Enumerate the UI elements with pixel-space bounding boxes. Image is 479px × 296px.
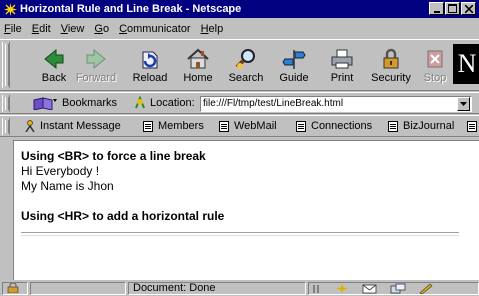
toolbar-grip[interactable] bbox=[2, 42, 10, 88]
guide-label: Guide bbox=[279, 72, 309, 84]
document-icon bbox=[388, 120, 398, 132]
location-url-text: file:///Fl/tmp/test/LineBreak.html bbox=[203, 98, 344, 109]
status-message-cell: Document: Done bbox=[128, 282, 306, 295]
document-icon bbox=[467, 120, 477, 132]
security-status-icon bbox=[7, 283, 19, 294]
status-text: Document: Done bbox=[133, 282, 216, 294]
more-bookmarks-link[interactable] bbox=[466, 120, 479, 132]
reload-label: Reload bbox=[132, 72, 168, 84]
forward-label: Forward bbox=[75, 72, 117, 84]
members-label: Members bbox=[158, 120, 204, 132]
search-button[interactable]: Search bbox=[221, 46, 271, 88]
bookmarks-button[interactable]: Bookmarks bbox=[32, 96, 117, 110]
guide-icon bbox=[282, 50, 306, 69]
netscape-app-icon[interactable] bbox=[3, 2, 17, 16]
forward-arrow-icon bbox=[86, 48, 106, 70]
minimize-button[interactable] bbox=[429, 2, 444, 15]
component-bar-grip-icon[interactable] bbox=[312, 284, 322, 294]
instant-message-link[interactable]: Instant Message bbox=[24, 120, 121, 132]
hr-heading: Using <HR> to add a horizontal rule bbox=[21, 209, 225, 223]
greeting-line: Hi Everybody ! bbox=[21, 164, 100, 178]
menu-file[interactable]: File bbox=[0, 23, 28, 35]
window-controls bbox=[428, 2, 476, 15]
stop-label: Stop bbox=[423, 72, 447, 84]
title-bar: Horizontal Rule and Line Break - Netscap… bbox=[0, 0, 479, 18]
document-icon bbox=[296, 120, 306, 132]
reload-icon bbox=[142, 51, 158, 69]
instant-message-label: Instant Message bbox=[40, 120, 121, 132]
document-icon bbox=[143, 120, 153, 132]
br-heading: Using <BR> to force a line break bbox=[21, 149, 206, 163]
search-icon bbox=[235, 49, 255, 69]
bookmarks-icon bbox=[33, 97, 57, 110]
webmail-link[interactable]: WebMail bbox=[218, 120, 277, 132]
component-bar bbox=[308, 282, 479, 295]
home-icon bbox=[187, 48, 209, 69]
stop-icon bbox=[427, 50, 443, 68]
menu-go[interactable]: Go bbox=[90, 23, 115, 35]
reload-button[interactable]: Reload bbox=[125, 46, 175, 88]
location-label-group: Location: bbox=[133, 96, 195, 110]
security-status-cell[interactable] bbox=[2, 282, 28, 295]
stop-button[interactable]: Stop bbox=[420, 46, 450, 88]
browser-window: Horizontal Rule and Line Break - Netscap… bbox=[0, 0, 479, 296]
menu-bar: File Edit View Go Communicator Help bbox=[0, 20, 479, 38]
page-content: Using <BR> to force a line break Hi Ever… bbox=[13, 140, 479, 280]
security-label: Security bbox=[371, 72, 411, 84]
lock-icon bbox=[383, 48, 399, 69]
status-bar: Document: Done bbox=[0, 281, 479, 296]
members-link[interactable]: Members bbox=[142, 120, 204, 132]
location-label: Location: bbox=[150, 97, 195, 109]
page-proxy-icon[interactable] bbox=[133, 96, 147, 110]
document-icon bbox=[219, 120, 229, 132]
security-button[interactable]: Security bbox=[366, 46, 416, 88]
webmail-label: WebMail bbox=[234, 120, 277, 132]
menu-help[interactable]: Help bbox=[197, 23, 230, 35]
home-button[interactable]: Home bbox=[173, 46, 223, 88]
print-button[interactable]: Print bbox=[317, 46, 367, 88]
maximize-icon bbox=[448, 4, 457, 13]
menu-communicator[interactable]: Communicator bbox=[115, 23, 197, 35]
progress-cell bbox=[30, 282, 126, 295]
horizontal-rule bbox=[21, 232, 459, 236]
composer-icon[interactable] bbox=[418, 283, 434, 294]
home-label: Home bbox=[183, 72, 213, 84]
back-arrow-icon bbox=[44, 48, 64, 70]
personal-toolbar-grip[interactable] bbox=[2, 118, 10, 135]
print-label: Print bbox=[330, 72, 354, 84]
bizjournal-link[interactable]: BizJournal bbox=[387, 120, 454, 132]
location-toolbar-grip[interactable] bbox=[2, 95, 10, 112]
discussion-groups-icon[interactable] bbox=[390, 283, 406, 294]
person-icon bbox=[25, 120, 35, 132]
window-title: Horizontal Rule and Line Break - Netscap… bbox=[20, 3, 242, 15]
menu-edit[interactable]: Edit bbox=[28, 23, 57, 35]
navigation-toolbar: Back Forward Reload Home Search Guide Pr… bbox=[0, 39, 479, 91]
connections-label: Connections bbox=[311, 120, 373, 132]
forward-button[interactable]: Forward bbox=[71, 46, 121, 88]
minimize-icon bbox=[433, 10, 440, 13]
maximize-button[interactable] bbox=[445, 2, 460, 15]
close-icon bbox=[464, 4, 473, 13]
connections-link[interactable]: Connections bbox=[295, 120, 372, 132]
bizjournal-label: BizJournal bbox=[403, 120, 455, 132]
mail-icon[interactable] bbox=[362, 283, 378, 294]
name-line: My Name is Jhon bbox=[21, 179, 114, 193]
bookmarks-label: Bookmarks bbox=[62, 97, 118, 109]
menu-view[interactable]: View bbox=[57, 23, 91, 35]
personal-toolbar: Instant Message Members WebMail Connecti… bbox=[0, 115, 479, 137]
netscape-throbber-logo[interactable]: N bbox=[453, 44, 479, 84]
chevron-down-icon bbox=[460, 102, 467, 106]
print-icon bbox=[331, 49, 353, 69]
navigator-icon[interactable] bbox=[334, 283, 350, 294]
location-history-dropdown[interactable] bbox=[457, 97, 470, 111]
location-toolbar: Bookmarks Location: file:///Fl/tmp/test/… bbox=[0, 92, 479, 114]
guide-button[interactable]: Guide bbox=[269, 46, 319, 88]
location-url-input[interactable]: file:///Fl/tmp/test/LineBreak.html bbox=[200, 96, 472, 112]
search-label: Search bbox=[228, 72, 264, 84]
close-button[interactable] bbox=[461, 2, 476, 15]
